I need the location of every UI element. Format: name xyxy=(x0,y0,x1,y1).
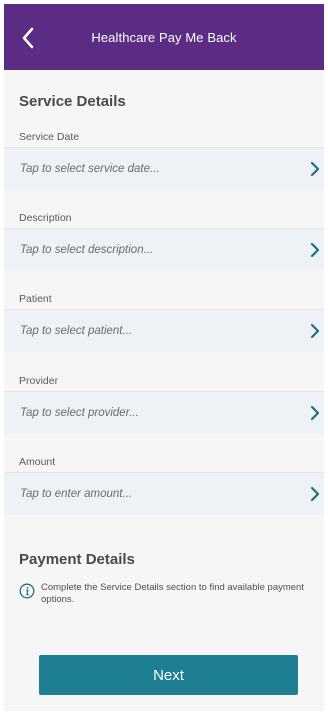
chevron-left-icon xyxy=(22,27,34,49)
chevron-right-icon xyxy=(310,242,320,258)
patient-field[interactable]: Tap to select patient... xyxy=(4,309,324,352)
provider-placeholder: Tap to select provider... xyxy=(20,407,139,419)
patient-placeholder: Tap to select patient... xyxy=(20,325,133,337)
description-field[interactable]: Tap to select description... xyxy=(4,228,324,271)
chevron-right-icon xyxy=(310,405,320,421)
service-date-label: Service Date xyxy=(19,131,80,143)
next-button[interactable]: Next xyxy=(39,655,298,695)
back-button[interactable] xyxy=(16,26,40,50)
description-label: Description xyxy=(19,212,72,224)
amount-placeholder: Tap to enter amount... xyxy=(20,488,133,500)
app-header: Healthcare Pay Me Back xyxy=(4,4,324,70)
service-date-field[interactable]: Tap to select service date... xyxy=(4,147,324,190)
app-screen: Healthcare Pay Me Back Service Details S… xyxy=(4,4,324,711)
info-icon xyxy=(19,583,35,599)
description-placeholder: Tap to select description... xyxy=(20,244,154,256)
patient-label: Patient xyxy=(19,293,52,305)
chevron-right-icon xyxy=(310,161,320,177)
payment-details-heading: Payment Details xyxy=(19,551,135,568)
page-title: Healthcare Pay Me Back xyxy=(91,29,237,45)
chevron-right-icon xyxy=(310,323,320,339)
provider-label: Provider xyxy=(19,375,59,387)
payment-info-message: Complete the Service Details section to … xyxy=(19,582,319,606)
amount-label: Amount xyxy=(19,456,56,468)
payment-info-text: Complete the Service Details section to … xyxy=(41,582,304,605)
amount-field[interactable]: Tap to enter amount... xyxy=(4,472,324,515)
service-details-heading: Service Details xyxy=(19,93,126,110)
chevron-right-icon xyxy=(310,486,320,502)
service-date-placeholder: Tap to select service date... xyxy=(20,163,160,175)
provider-field[interactable]: Tap to select provider... xyxy=(4,391,324,434)
